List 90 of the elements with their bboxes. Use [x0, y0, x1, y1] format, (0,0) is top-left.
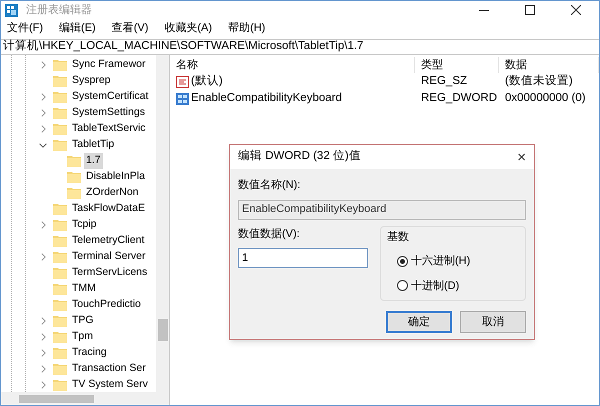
folder-icon — [53, 107, 67, 119]
column-header[interactable]: 数据 — [499, 57, 599, 73]
menu-item[interactable]: 收藏夹(A) — [162, 20, 214, 36]
menu-item[interactable]: 编辑(E) — [57, 20, 98, 36]
radio-label: 十六进制(H) — [411, 254, 470, 269]
table-cell-text: 0x00000000 (0) — [505, 90, 586, 106]
folder-icon — [67, 155, 81, 167]
value-name[interactable]: (默认) — [191, 72, 223, 90]
scrollbar-thumb[interactable] — [158, 319, 168, 341]
registry-app-icon — [5, 4, 18, 16]
expand-chevron-icon[interactable] — [40, 125, 46, 133]
radio-button[interactable] — [397, 256, 408, 267]
tree-item[interactable]: TouchPredictio — [70, 297, 143, 313]
expand-chevron-icon[interactable] — [40, 317, 46, 325]
tree-item[interactable]: 1.7 — [84, 153, 103, 169]
tree-item[interactable]: TaskFlowDataE — [70, 201, 147, 217]
tree-item[interactable]: Tracing — [70, 345, 109, 361]
tree-item[interactable]: TelemetryClient — [70, 233, 146, 249]
value-data-field[interactable]: 1 — [238, 248, 368, 268]
column-header[interactable]: 类型 — [415, 57, 499, 73]
radio-button[interactable] — [397, 280, 408, 292]
folder-icon — [53, 331, 67, 343]
folder-icon — [53, 379, 67, 391]
close-button[interactable]: × — [517, 150, 526, 164]
folder-icon — [53, 315, 67, 327]
menu-item[interactable]: 查看(V) — [110, 20, 150, 36]
field-label: 数值名称(N): — [238, 178, 302, 193]
folder-icon — [53, 235, 67, 247]
scrollbar-thumb[interactable] — [19, 394, 94, 402]
table-cell-text: REG_DWORD — [421, 90, 498, 106]
folder-icon — [53, 347, 67, 359]
group-label: 基数 — [387, 230, 410, 244]
tree-item[interactable]: Sysprep — [70, 73, 113, 89]
folder-icon — [53, 363, 67, 375]
table-cell-text: REG_SZ — [421, 74, 468, 89]
folder-icon — [53, 75, 67, 87]
folder-icon — [67, 187, 81, 199]
expand-chevron-icon[interactable] — [40, 109, 46, 117]
value-name[interactable]: EnableCompatibilityKeyboard — [191, 90, 342, 108]
tree-item[interactable]: SystemCertificat — [70, 89, 150, 105]
folder-icon — [53, 91, 67, 103]
folder-icon — [53, 203, 67, 215]
folder-icon — [53, 267, 67, 279]
tree-item[interactable]: TMM — [70, 281, 98, 297]
table-cell-text: (数值未设置) — [505, 74, 573, 89]
tree-item[interactable]: DisableInPla — [84, 169, 147, 185]
dialog-button[interactable]: 取消 — [460, 311, 526, 333]
tree-item[interactable]: Transaction Ser — [70, 361, 148, 377]
maximize-icon[interactable] — [525, 5, 535, 15]
field-label: 数值数据(V): — [238, 226, 301, 242]
tree-item[interactable]: Tpm — [70, 329, 95, 345]
tree-item[interactable]: TableTextServic — [70, 121, 148, 137]
tree-item[interactable]: Sync Framewor — [70, 57, 148, 73]
menu-item[interactable]: 帮助(H) — [226, 20, 268, 36]
tree-item[interactable]: SystemSettings — [70, 105, 147, 121]
expand-chevron-icon[interactable] — [40, 333, 46, 341]
column-header[interactable]: 名称 — [170, 57, 415, 73]
expand-chevron-icon[interactable] — [40, 365, 46, 373]
dialog-title: 编辑 DWORD (32 位)值 — [238, 148, 361, 164]
horizontal-scrollbar[interactable] — [1, 392, 169, 405]
menu-item[interactable]: 文件(F) — [5, 20, 46, 36]
folder-icon — [53, 59, 67, 71]
dialog-button[interactable]: 确定 — [386, 311, 452, 333]
radio-label: 十进制(D) — [411, 278, 460, 294]
collapse-chevron-icon[interactable] — [39, 142, 47, 148]
tree-item[interactable]: Tcpip — [70, 217, 99, 233]
folder-icon — [53, 219, 67, 231]
expand-chevron-icon[interactable] — [40, 381, 46, 389]
tree-item[interactable]: TV System Serv — [70, 377, 150, 392]
tree-item[interactable]: TermServLicens — [70, 265, 150, 281]
tree-item[interactable]: ZOrderNon — [84, 185, 141, 201]
folder-icon — [53, 139, 67, 151]
close-icon[interactable] — [571, 5, 581, 15]
vertical-scrollbar[interactable] — [156, 55, 169, 392]
folder-icon — [53, 283, 67, 295]
expand-chevron-icon[interactable] — [40, 221, 46, 229]
window-title: 注册表编辑器 — [26, 2, 92, 18]
tree-item[interactable]: TPG — [70, 313, 96, 329]
tree-item[interactable]: TabletTip — [70, 137, 116, 153]
expand-chevron-icon[interactable] — [40, 253, 46, 261]
address-bar[interactable]: 计算机\HKEY_LOCAL_MACHINE\SOFTWARE\Microsoft\TabletTip\1.7 — [1, 39, 599, 55]
tree-item[interactable]: Terminal Server — [70, 249, 148, 265]
value-name-field: EnableCompatibilityKeyboard — [238, 200, 526, 220]
folder-icon — [53, 299, 67, 311]
expand-chevron-icon[interactable] — [40, 349, 46, 357]
expand-chevron-icon[interactable] — [40, 93, 46, 101]
expand-chevron-icon[interactable] — [40, 61, 46, 69]
folder-icon — [53, 123, 67, 135]
folder-icon — [67, 171, 81, 183]
folder-icon — [53, 251, 67, 263]
